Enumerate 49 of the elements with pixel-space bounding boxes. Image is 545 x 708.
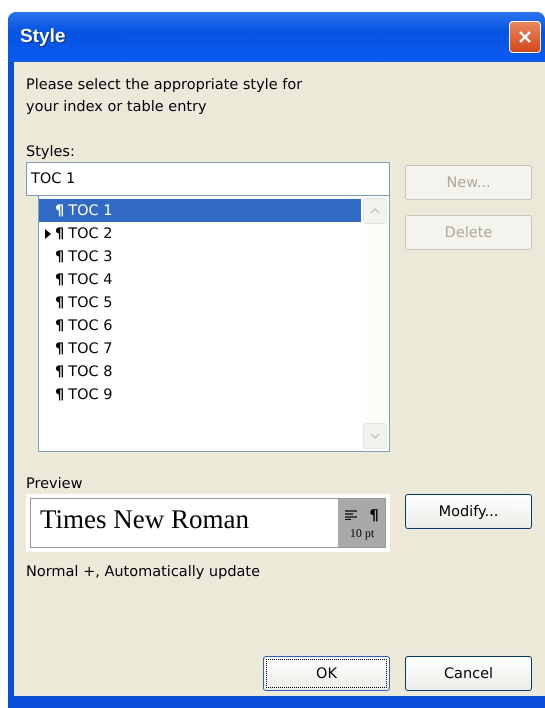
chevron-down-icon	[370, 433, 380, 439]
paragraph-mark: ¶	[55, 248, 64, 264]
modify-button[interactable]: Modify...	[405, 494, 532, 529]
style-description: Normal +, Automatically update	[26, 564, 262, 580]
paragraph-mark: ¶	[55, 294, 64, 310]
close-button[interactable]	[509, 21, 541, 53]
pointer-icon	[45, 228, 51, 238]
style-name: TOC 8	[68, 364, 112, 380]
paragraph-mark: ¶	[55, 202, 64, 218]
window-title: Style	[20, 26, 66, 48]
style-name-field[interactable]: TOC 1	[26, 162, 390, 196]
paragraph-mark: ¶	[369, 506, 379, 524]
style-name: TOC 6	[68, 318, 112, 334]
style-name: TOC 4	[68, 272, 112, 288]
style-list[interactable]: ¶ TOC 1 ¶ TOC 2 ¶ TOC 3 ¶ TOC 4 ¶ TOC 5 ¶ TOC 6 ¶ TOC 7 ¶ TOC 8 ¶ TOC 9	[38, 196, 390, 452]
paragraph-mark: ¶	[55, 226, 64, 242]
style-name: TOC 2	[68, 226, 112, 242]
instruction-text: Please select the appropriate style for your index or table entry	[26, 76, 304, 117]
style-name: TOC 5	[68, 294, 112, 310]
close-icon	[518, 30, 532, 44]
paragraph-mark: ¶	[55, 364, 64, 380]
paragraph-mark: ¶	[55, 272, 64, 288]
scroll-up-button[interactable]	[363, 198, 387, 224]
style-list-item[interactable]: ¶ TOC 1	[39, 199, 361, 222]
paragraph-mark: ¶	[55, 386, 64, 402]
align-left-icon	[345, 510, 358, 520]
chevron-up-icon	[370, 208, 380, 214]
style-list-item[interactable]: ¶ TOC 9	[39, 383, 361, 406]
style-list-item[interactable]: ¶ TOC 7	[39, 337, 361, 360]
style-name: TOC 1	[68, 202, 112, 218]
scrollbar[interactable]	[361, 196, 389, 451]
paragraph-mark: ¶	[55, 340, 64, 356]
styles-label: Styles:	[26, 143, 76, 162]
paragraph-mark: ¶	[55, 318, 64, 334]
font-size: 10 pt	[350, 526, 374, 540]
dialog-button[interactable]: OK	[263, 656, 390, 691]
style-list-item[interactable]: ¶ TOC 2	[39, 222, 361, 245]
style-list-item[interactable]: ¶ TOC 5	[39, 291, 361, 314]
style-list-item[interactable]: ¶ TOC 8	[39, 360, 361, 383]
preview-sample: Times New Roman	[39, 503, 250, 536]
style-list-item[interactable]: ¶ TOC 4	[39, 268, 361, 291]
preview-label: Preview	[26, 475, 84, 494]
style-list-item[interactable]: ¶ TOC 3	[39, 245, 361, 268]
scroll-down-button[interactable]	[363, 423, 387, 449]
dialog-button[interactable]: Cancel	[405, 656, 532, 691]
style-name: TOC 9	[68, 386, 112, 402]
style-name: TOC 3	[68, 248, 112, 264]
style-list-item[interactable]: ¶ TOC 6	[39, 314, 361, 337]
style-name: TOC 7	[68, 340, 112, 356]
